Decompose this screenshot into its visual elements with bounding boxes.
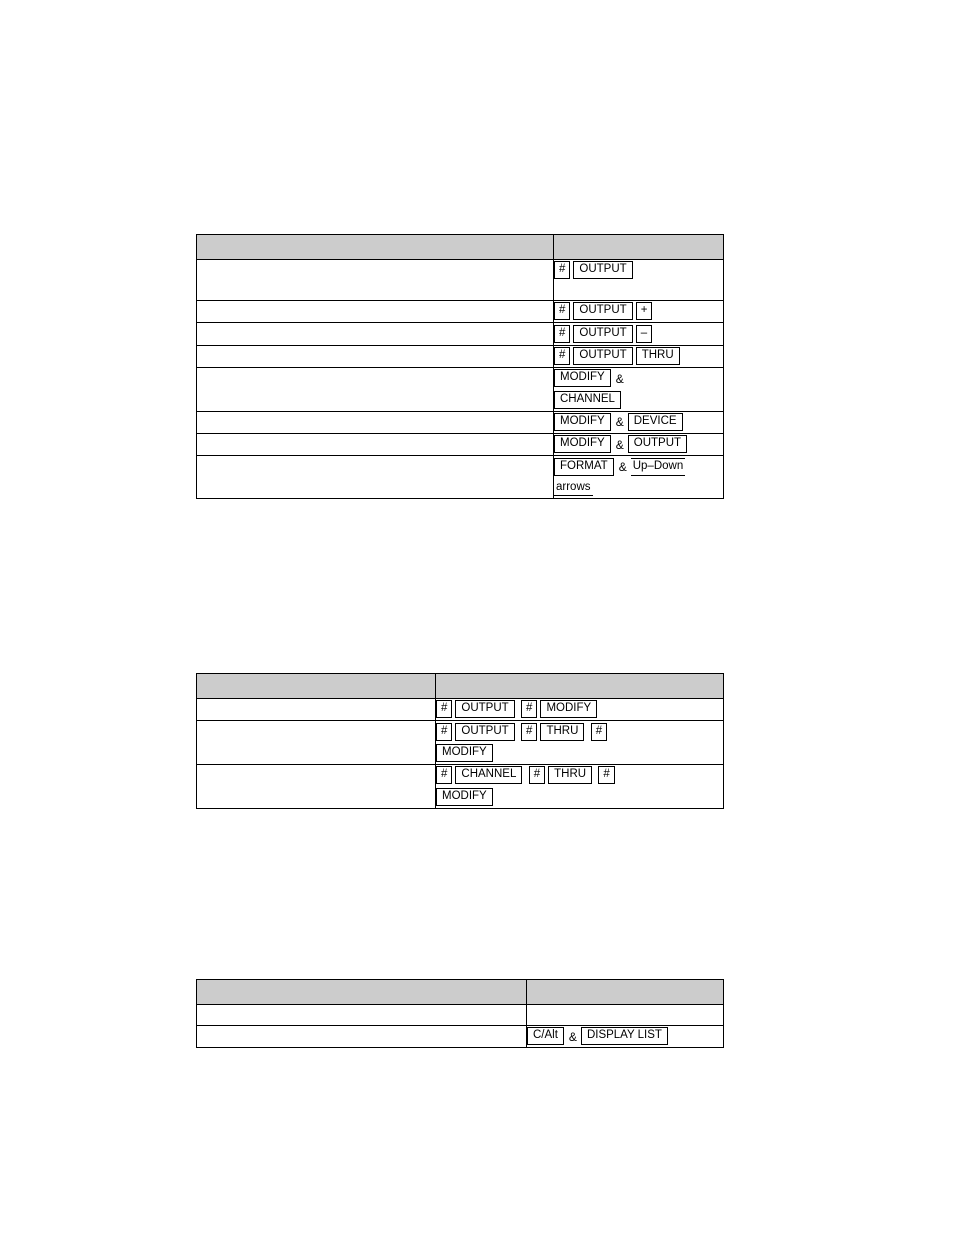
row-key-sequence [526, 1004, 724, 1026]
row-key-sequence: # OUTPUT [553, 259, 724, 301]
row-label [196, 1004, 527, 1026]
key-output: OUTPUT [573, 346, 633, 365]
key-thru: THRU [548, 766, 593, 785]
header-cell-description [196, 673, 436, 699]
row-key-sequence: # OUTPUT – [553, 322, 724, 346]
key-arrows-continuation: arrows [554, 481, 593, 496]
row-label [196, 432, 554, 457]
key-sequence-table-2: # OUTPUT # MODIFY # OUTPUT # THRU # MODIFY #… [196, 673, 724, 809]
header-cell-description [196, 979, 527, 1005]
key-modify: MODIFY [554, 435, 611, 454]
table-row: # OUTPUT – [196, 322, 724, 346]
row-label [196, 322, 554, 346]
row-key-sequence: MODIFY & DEVICE [553, 410, 724, 434]
key-hash: # [528, 766, 546, 785]
header-cell-keys [526, 979, 724, 1005]
key-sequence-table-3: C/Alt & DISPLAY LIST [196, 979, 724, 1049]
row-label [196, 299, 554, 324]
row-key-sequence: # CHANNEL # THRU # MODIFY [435, 763, 724, 809]
table-row: MODIFY & OUTPUT [196, 432, 724, 457]
table-row: MODIFY & DEVICE [196, 410, 724, 434]
key-hash: # [436, 766, 453, 785]
key-modify: MODIFY [436, 787, 493, 806]
key-channel: CHANNEL [455, 766, 523, 785]
key-plus: + [635, 302, 653, 321]
key-modify: MODIFY [436, 743, 493, 762]
row-label [196, 697, 436, 722]
ampersand: & [568, 1029, 577, 1044]
row-key-sequence: # OUTPUT # THRU # MODIFY [435, 720, 724, 765]
row-key-sequence: # OUTPUT THRU [553, 344, 724, 368]
table-header-row [196, 979, 724, 1005]
key-c-alt: C/Alt [527, 1027, 564, 1046]
row-label [196, 455, 554, 499]
key-modify: MODIFY [554, 369, 611, 388]
key-modify: MODIFY [554, 412, 611, 431]
key-hash: # [436, 700, 453, 719]
table-row: # OUTPUT + [196, 299, 724, 324]
row-label [196, 1024, 527, 1049]
key-hash: # [554, 324, 571, 343]
table-row [196, 1004, 724, 1026]
row-label [196, 344, 554, 368]
row-key-sequence: MODIFY & OUTPUT [553, 432, 724, 457]
table-row: # OUTPUT # THRU # MODIFY [196, 720, 724, 765]
key-up-down: Up–Down [630, 457, 686, 476]
key-hash: # [521, 700, 538, 719]
table-row: FORMAT & Up–Down arrows [196, 455, 724, 499]
row-label [196, 410, 554, 434]
key-hash: # [590, 722, 608, 741]
key-sequence-table-1: # OUTPUT # OUTPUT + # OUTPUT – # OUTPUT THRU [196, 234, 724, 499]
header-cell-description [196, 234, 554, 260]
key-modify: MODIFY [540, 700, 598, 719]
row-label [196, 259, 554, 301]
table-header-row [196, 673, 724, 699]
key-minus: – [635, 324, 653, 343]
row-key-sequence: # OUTPUT # MODIFY [435, 697, 724, 722]
key-output: OUTPUT [573, 261, 633, 280]
key-hash: # [554, 302, 571, 321]
key-output: OUTPUT [455, 700, 515, 719]
row-label [196, 763, 436, 809]
key-channel: CHANNEL [554, 390, 621, 409]
ampersand: & [618, 460, 627, 475]
table-row: # CHANNEL # THRU # MODIFY [196, 763, 724, 809]
row-key-sequence: MODIFY & CHANNEL [553, 366, 724, 412]
table-row: C/Alt & DISPLAY LIST [196, 1024, 724, 1049]
ampersand: & [615, 437, 624, 452]
row-label [196, 720, 436, 765]
table-row: MODIFY & CHANNEL [196, 366, 724, 412]
table-row: # OUTPUT THRU [196, 344, 724, 368]
header-cell-keys [435, 673, 724, 699]
key-hash: # [554, 261, 571, 280]
row-label [196, 366, 554, 412]
key-output: OUTPUT [573, 324, 633, 343]
key-output: OUTPUT [627, 435, 688, 454]
ampersand: & [615, 415, 624, 430]
key-output: OUTPUT [455, 722, 515, 741]
row-key-sequence: C/Alt & DISPLAY LIST [526, 1024, 724, 1049]
key-format: FORMAT [554, 457, 614, 476]
table-row: # OUTPUT [196, 259, 724, 301]
key-output: OUTPUT [573, 302, 633, 321]
key-display-list: DISPLAY LIST [580, 1027, 668, 1046]
table-row: # OUTPUT # MODIFY [196, 697, 724, 722]
row-key-sequence: # OUTPUT + [553, 299, 724, 324]
header-cell-keys [553, 234, 724, 260]
key-hash: # [436, 722, 453, 741]
key-device: DEVICE [627, 412, 683, 431]
key-hash: # [554, 346, 571, 365]
key-hash: # [598, 766, 615, 785]
document-page: # OUTPUT # OUTPUT + # OUTPUT – # OUTPUT THRU [0, 0, 954, 1235]
row-key-sequence: FORMAT & Up–Down arrows [553, 455, 724, 499]
key-thru: THRU [635, 346, 680, 365]
ampersand: & [615, 371, 624, 386]
key-hash: # [521, 722, 538, 741]
key-thru: THRU [540, 722, 585, 741]
table-header-row [196, 234, 724, 260]
